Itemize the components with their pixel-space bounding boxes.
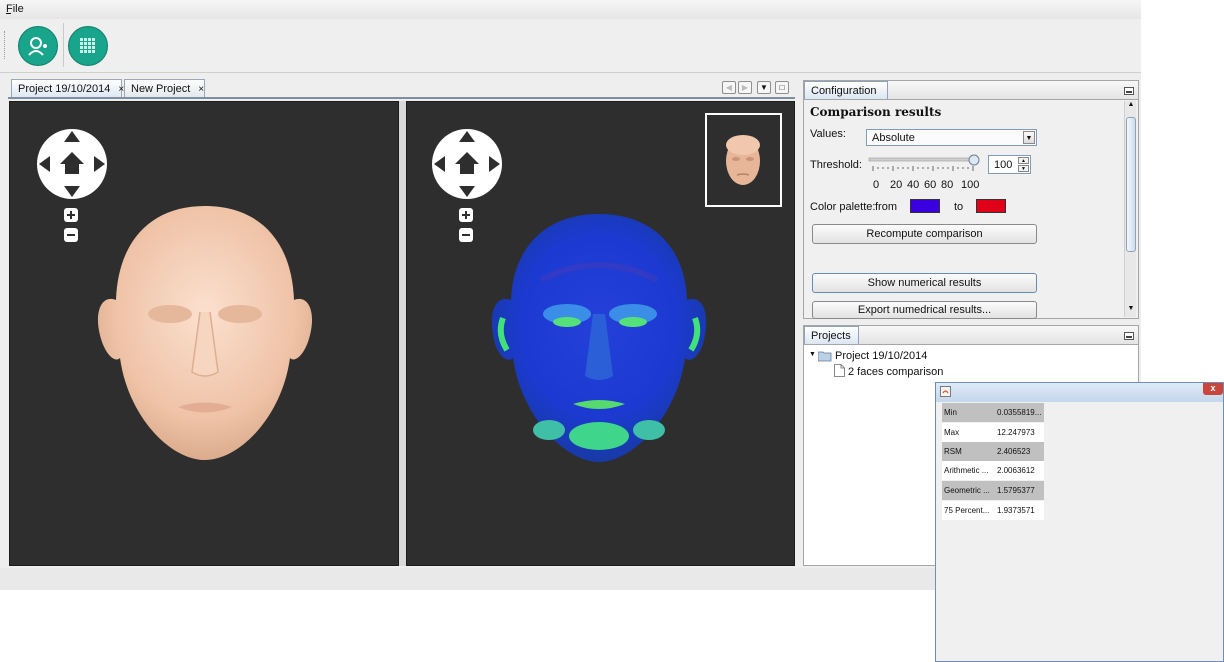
zoom-in-icon[interactable] — [459, 208, 473, 222]
scroll-down-icon[interactable]: ▼ — [1126, 305, 1136, 316]
values-dropdown[interactable]: Absolute ▼ — [866, 129, 1037, 146]
result-value: 2.0063612 — [996, 466, 1035, 475]
java-app-icon — [940, 386, 951, 397]
minimize-icon[interactable] — [1124, 87, 1134, 95]
threshold-spinner[interactable]: 100 ▲ ▼ — [988, 155, 1031, 174]
menu-bar: File — [0, 0, 1141, 19]
viewport-original-face[interactable] — [9, 101, 399, 566]
face-model-original — [97, 206, 313, 460]
result-row-arithmetic: Arithmetic ... 2.0063612 — [942, 461, 1044, 480]
result-row-max: Max 12.247973 — [942, 423, 1044, 442]
spinner-down-icon[interactable]: ▼ — [1018, 165, 1029, 172]
zoom-out-icon[interactable] — [64, 228, 78, 242]
chevron-down-icon[interactable]: ▼ — [1023, 131, 1035, 144]
toolbar-grip[interactable] — [4, 31, 7, 59]
scale-label: 20 — [890, 179, 903, 191]
scroll-up-icon[interactable]: ▲ — [1126, 101, 1136, 112]
add-face-icon — [28, 37, 47, 56]
section-title: Comparison results — [810, 105, 942, 119]
document-icon — [834, 364, 845, 377]
config-scrollbar[interactable]: ▲ ▼ — [1124, 101, 1136, 317]
zoom-controls — [459, 208, 473, 242]
result-key: Geometric ... — [944, 486, 990, 495]
export-numerical-results-button[interactable]: Export numedrical results... — [812, 301, 1037, 319]
tab-configuration[interactable]: Configuration — [804, 81, 888, 99]
palette-label: Color palette: — [810, 201, 876, 213]
face-thumbnail[interactable] — [705, 113, 782, 207]
results-titlebar[interactable]: x — [936, 383, 1223, 402]
scale-label: 80 — [941, 179, 954, 191]
face-model-heatmap — [491, 214, 707, 462]
result-row-geometric: Geometric ... 1.5795377 — [942, 481, 1044, 500]
maximize-icon[interactable]: □ — [775, 81, 789, 94]
result-key: Arithmetic ... — [944, 466, 989, 475]
navigation-pad-icon[interactable] — [36, 128, 108, 200]
scroll-right-icon[interactable]: ▶ — [738, 81, 752, 94]
tab-label: Project 19/10/2014 — [18, 83, 111, 95]
thumbnail-face-image — [726, 135, 760, 185]
tree-item-project[interactable]: Project 19/10/2014 — [835, 350, 927, 362]
show-numerical-results-button[interactable]: Show numerical results — [812, 273, 1037, 293]
result-row-percentile: 75 Percent... 1.9373571 — [942, 501, 1044, 520]
close-window-button[interactable]: x — [1203, 383, 1223, 395]
splitter[interactable] — [399, 101, 406, 566]
numerical-results-window: x Min 0.0355819... Max 12.247973 RSM 2.4… — [935, 382, 1224, 662]
result-key: 75 Percent... — [944, 506, 990, 515]
threshold-scale: 0 20 40 60 80 100 — [873, 179, 993, 191]
tab-new-project[interactable]: New Project × — [124, 79, 205, 98]
result-value: 0.0355819... — [996, 408, 1042, 417]
scroll-left-icon[interactable]: ◀ — [722, 81, 736, 94]
tab-project-19-10-2014[interactable]: Project 19/10/2014 × — [11, 79, 124, 98]
tree-item-comparison[interactable]: 2 faces comparison — [848, 366, 943, 378]
scale-label: 100 — [961, 179, 980, 191]
palette-from-label: from — [875, 201, 897, 213]
spinner-up-icon[interactable]: ▲ — [1018, 157, 1029, 164]
result-key: Min — [944, 408, 957, 417]
values-selected: Absolute — [872, 132, 915, 144]
zoom-out-icon[interactable] — [459, 228, 473, 242]
palette-to-swatch[interactable] — [976, 199, 1006, 213]
batch-comparison-button[interactable] — [68, 26, 108, 66]
tree-expand-icon[interactable]: ▼ — [809, 351, 816, 358]
scale-label: 40 — [907, 179, 920, 191]
zoom-in-icon[interactable] — [64, 208, 78, 222]
result-key: Max — [944, 428, 960, 437]
result-value: 1.9373571 — [996, 506, 1035, 515]
recompute-comparison-button[interactable]: Recompute comparison — [812, 224, 1037, 244]
result-value: 2.406523 — [996, 447, 1031, 456]
scale-label: 60 — [924, 179, 937, 191]
scale-label: 0 — [873, 179, 880, 191]
mnemonic-underline — [6, 13, 11, 14]
tab-underline — [8, 97, 795, 99]
scrollbar-thumb[interactable] — [1126, 117, 1136, 252]
navigation-pad-icon[interactable] — [431, 128, 503, 200]
toolbar-separator — [63, 23, 64, 67]
viewport-comparison-heatmap[interactable] — [406, 101, 795, 566]
result-row-rsm: RSM 2.406523 — [942, 442, 1044, 461]
result-key: RSM — [944, 447, 962, 456]
close-icon[interactable]: × — [198, 84, 204, 95]
tab-label: New Project — [131, 83, 191, 95]
result-value: 1.5795377 — [996, 486, 1035, 495]
threshold-value: 100 — [994, 159, 1013, 171]
threshold-label: Threshold: — [810, 159, 862, 171]
toolbar — [0, 19, 1141, 73]
folder-icon — [818, 351, 832, 362]
add-face-button[interactable] — [18, 26, 58, 66]
palette-to-label: to — [954, 201, 964, 213]
threshold-slider[interactable] — [868, 153, 980, 173]
tab-projects[interactable]: Projects — [804, 326, 859, 344]
values-label: Values: — [810, 128, 846, 140]
zoom-controls — [64, 208, 78, 242]
configuration-panel: Configuration Comparison results Values:… — [803, 80, 1139, 319]
result-row-min: Min 0.0355819... — [942, 403, 1044, 422]
result-value: 12.247973 — [996, 428, 1035, 437]
batch-grid-icon — [80, 38, 95, 53]
palette-from-swatch[interactable] — [910, 199, 940, 213]
minimize-icon[interactable] — [1124, 332, 1134, 340]
tab-list-icon[interactable]: ▼ — [757, 81, 771, 94]
